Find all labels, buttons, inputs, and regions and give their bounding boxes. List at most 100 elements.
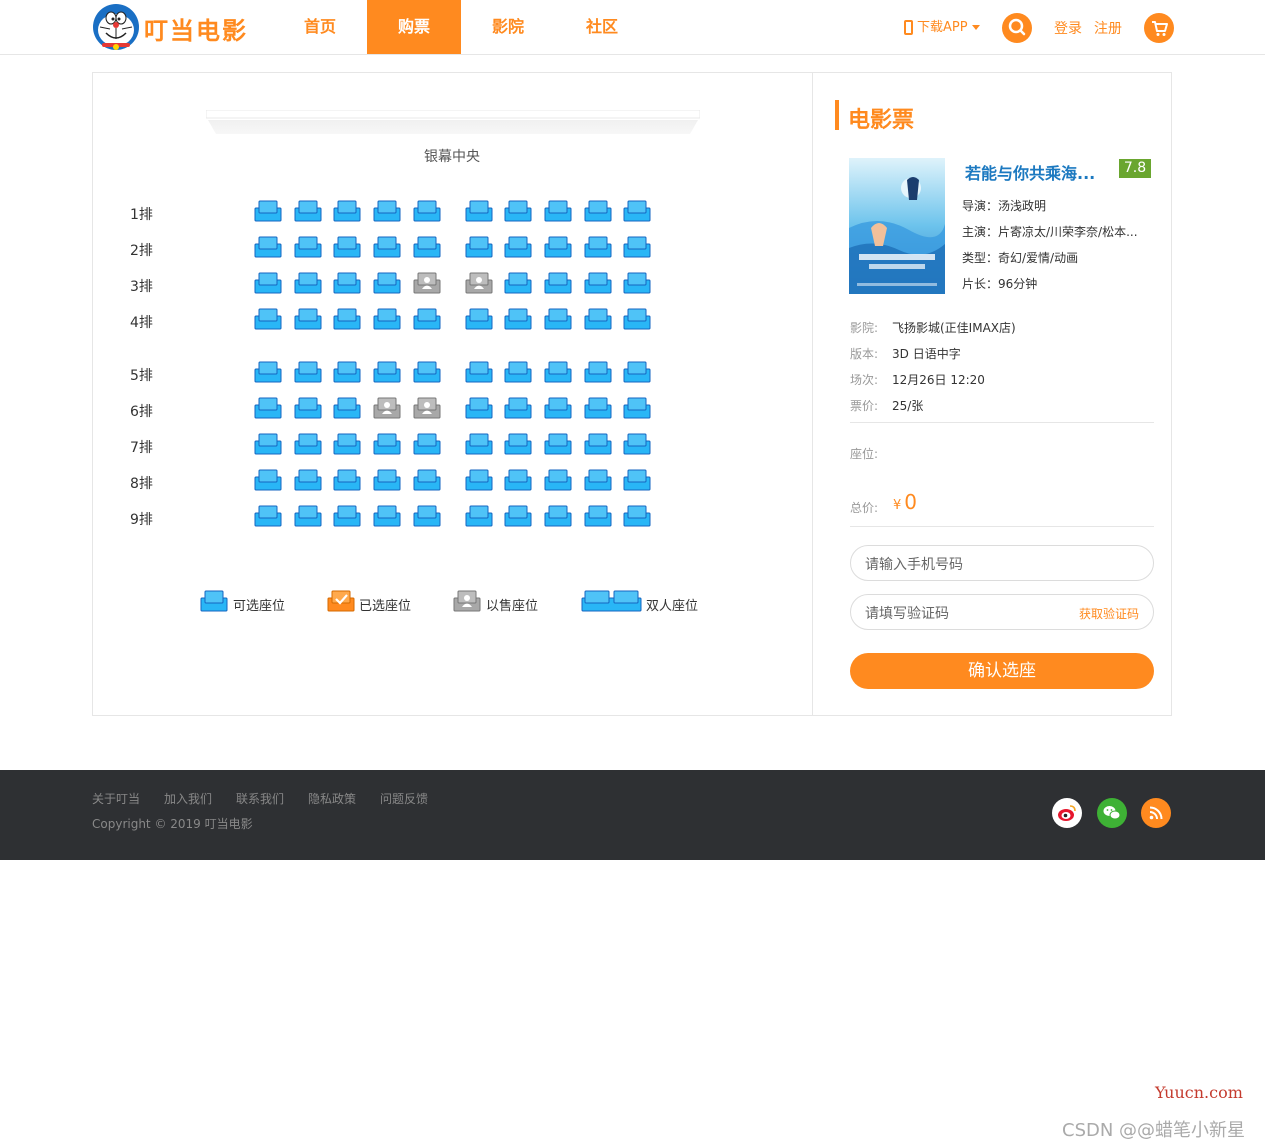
available-seat[interactable] [333,505,361,527]
available-seat[interactable] [294,469,322,491]
available-seat[interactable] [465,308,493,330]
available-seat[interactable] [504,236,532,258]
available-seat[interactable] [373,200,401,222]
available-seat[interactable] [465,361,493,383]
available-seat[interactable] [254,272,282,294]
available-seat[interactable] [623,308,651,330]
register-link[interactable]: 注册 [1094,18,1122,38]
available-seat[interactable] [584,397,612,419]
available-seat[interactable] [333,272,361,294]
available-seat[interactable] [544,361,572,383]
verify-code-input[interactable]: 请填写验证码 获取验证码 [850,594,1154,630]
available-seat[interactable] [623,272,651,294]
available-seat[interactable] [333,397,361,419]
available-seat[interactable] [254,433,282,455]
available-seat[interactable] [254,236,282,258]
available-seat[interactable] [413,308,441,330]
available-seat[interactable] [333,308,361,330]
available-seat[interactable] [584,469,612,491]
search-button[interactable] [1002,13,1032,43]
available-seat[interactable] [373,361,401,383]
nav-tickets[interactable]: 购票 [367,0,461,54]
available-seat[interactable] [504,433,532,455]
movie-title[interactable]: 若能与你共乘海... [965,160,1095,184]
footer-link-privacy[interactable]: 隐私政策 [308,790,356,807]
nav-cinemas[interactable]: 影院 [461,0,555,54]
available-seat[interactable] [413,361,441,383]
available-seat[interactable] [465,200,493,222]
available-seat[interactable] [373,505,401,527]
available-seat[interactable] [623,397,651,419]
confirm-seat-button[interactable]: 确认选座 [850,653,1154,689]
wechat-button[interactable] [1097,798,1127,828]
available-seat[interactable] [623,469,651,491]
available-seat[interactable] [465,469,493,491]
rss-button[interactable] [1141,798,1171,828]
available-seat[interactable] [254,361,282,383]
available-seat[interactable] [373,236,401,258]
available-seat[interactable] [504,272,532,294]
available-seat[interactable] [623,505,651,527]
available-seat[interactable] [544,469,572,491]
available-seat[interactable] [544,308,572,330]
available-seat[interactable] [413,236,441,258]
available-seat[interactable] [544,433,572,455]
site-logo[interactable]: 叮当电影 [92,3,252,51]
available-seat[interactable] [504,361,532,383]
available-seat[interactable] [333,469,361,491]
available-seat[interactable] [294,308,322,330]
available-seat[interactable] [544,236,572,258]
available-seat[interactable] [504,308,532,330]
available-seat[interactable] [413,433,441,455]
available-seat[interactable] [465,433,493,455]
available-seat[interactable] [254,469,282,491]
weibo-button[interactable] [1052,798,1082,828]
available-seat[interactable] [504,200,532,222]
available-seat[interactable] [544,505,572,527]
phone-input[interactable]: 请输入手机号码 [850,545,1154,581]
available-seat[interactable] [504,397,532,419]
cart-button[interactable] [1144,13,1174,43]
footer-link-about[interactable]: 关于叮当 [92,790,140,807]
available-seat[interactable] [623,361,651,383]
available-seat[interactable] [584,505,612,527]
available-seat[interactable] [373,308,401,330]
nav-home[interactable]: 首页 [273,0,367,54]
available-seat[interactable] [333,236,361,258]
available-seat[interactable] [373,272,401,294]
available-seat[interactable] [413,505,441,527]
available-seat[interactable] [544,397,572,419]
available-seat[interactable] [254,200,282,222]
get-code-button[interactable]: 获取验证码 [1079,605,1139,622]
available-seat[interactable] [504,505,532,527]
movie-poster[interactable] [849,158,945,294]
footer-link-join[interactable]: 加入我们 [164,790,212,807]
available-seat[interactable] [544,200,572,222]
available-seat[interactable] [294,236,322,258]
available-seat[interactable] [294,272,322,294]
available-seat[interactable] [254,308,282,330]
download-app-button[interactable]: 下载APP [904,16,980,38]
available-seat[interactable] [294,361,322,383]
available-seat[interactable] [333,361,361,383]
available-seat[interactable] [465,397,493,419]
login-link[interactable]: 登录 [1054,18,1082,38]
available-seat[interactable] [623,236,651,258]
available-seat[interactable] [373,469,401,491]
available-seat[interactable] [504,469,532,491]
available-seat[interactable] [294,200,322,222]
available-seat[interactable] [254,397,282,419]
available-seat[interactable] [294,397,322,419]
available-seat[interactable] [333,200,361,222]
footer-link-contact[interactable]: 联系我们 [236,790,284,807]
available-seat[interactable] [413,469,441,491]
available-seat[interactable] [623,433,651,455]
available-seat[interactable] [413,200,441,222]
available-seat[interactable] [584,361,612,383]
available-seat[interactable] [373,433,401,455]
available-seat[interactable] [584,236,612,258]
available-seat[interactable] [465,505,493,527]
available-seat[interactable] [294,505,322,527]
footer-link-feedback[interactable]: 问题反馈 [380,790,428,807]
available-seat[interactable] [584,200,612,222]
